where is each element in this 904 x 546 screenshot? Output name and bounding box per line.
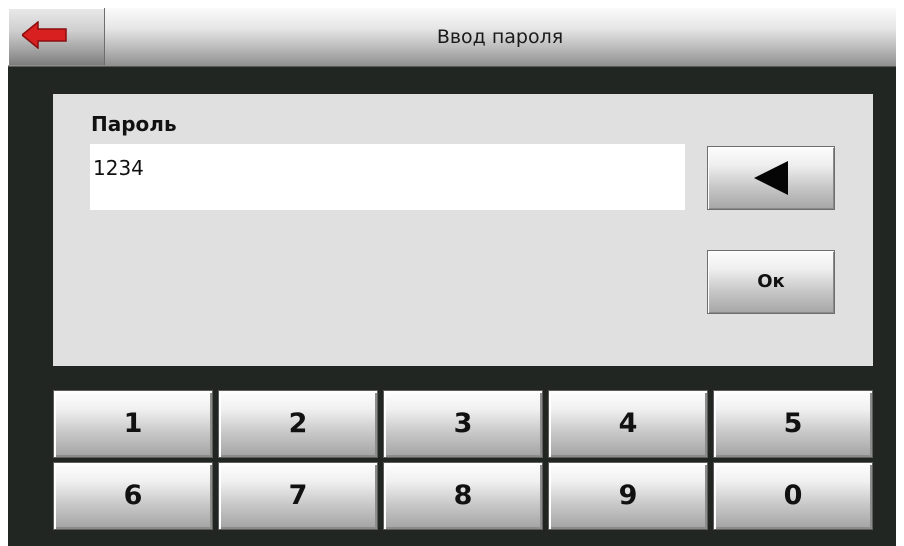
key-2[interactable]: 2 <box>218 390 378 458</box>
numeric-keypad: 1 2 3 4 5 6 7 8 9 0 <box>53 390 873 532</box>
key-9[interactable]: 9 <box>548 462 708 530</box>
ok-button[interactable]: Ок <box>707 250 835 314</box>
password-label: Пароль <box>91 112 177 136</box>
key-8[interactable]: 8 <box>383 462 543 530</box>
backspace-button[interactable] <box>707 146 835 210</box>
backspace-triangle-icon <box>754 161 788 195</box>
key-5[interactable]: 5 <box>713 390 873 458</box>
key-6[interactable]: 6 <box>53 462 213 530</box>
back-arrow-icon <box>22 21 67 49</box>
page-title: Ввод пароля <box>436 26 564 48</box>
title-bar: Ввод пароля <box>8 8 896 67</box>
password-panel: Пароль 1234 Ок <box>53 94 873 366</box>
key-7[interactable]: 7 <box>218 462 378 530</box>
key-4[interactable]: 4 <box>548 390 708 458</box>
key-0[interactable]: 0 <box>713 462 873 530</box>
key-3[interactable]: 3 <box>383 390 543 458</box>
password-input[interactable]: 1234 <box>90 144 685 210</box>
key-1[interactable]: 1 <box>53 390 213 458</box>
password-screen: Ввод пароля Пароль 1234 Ок 1 2 3 4 5 6 7… <box>8 8 896 546</box>
ok-button-label: Ок <box>757 271 785 292</box>
back-button[interactable] <box>8 8 105 65</box>
